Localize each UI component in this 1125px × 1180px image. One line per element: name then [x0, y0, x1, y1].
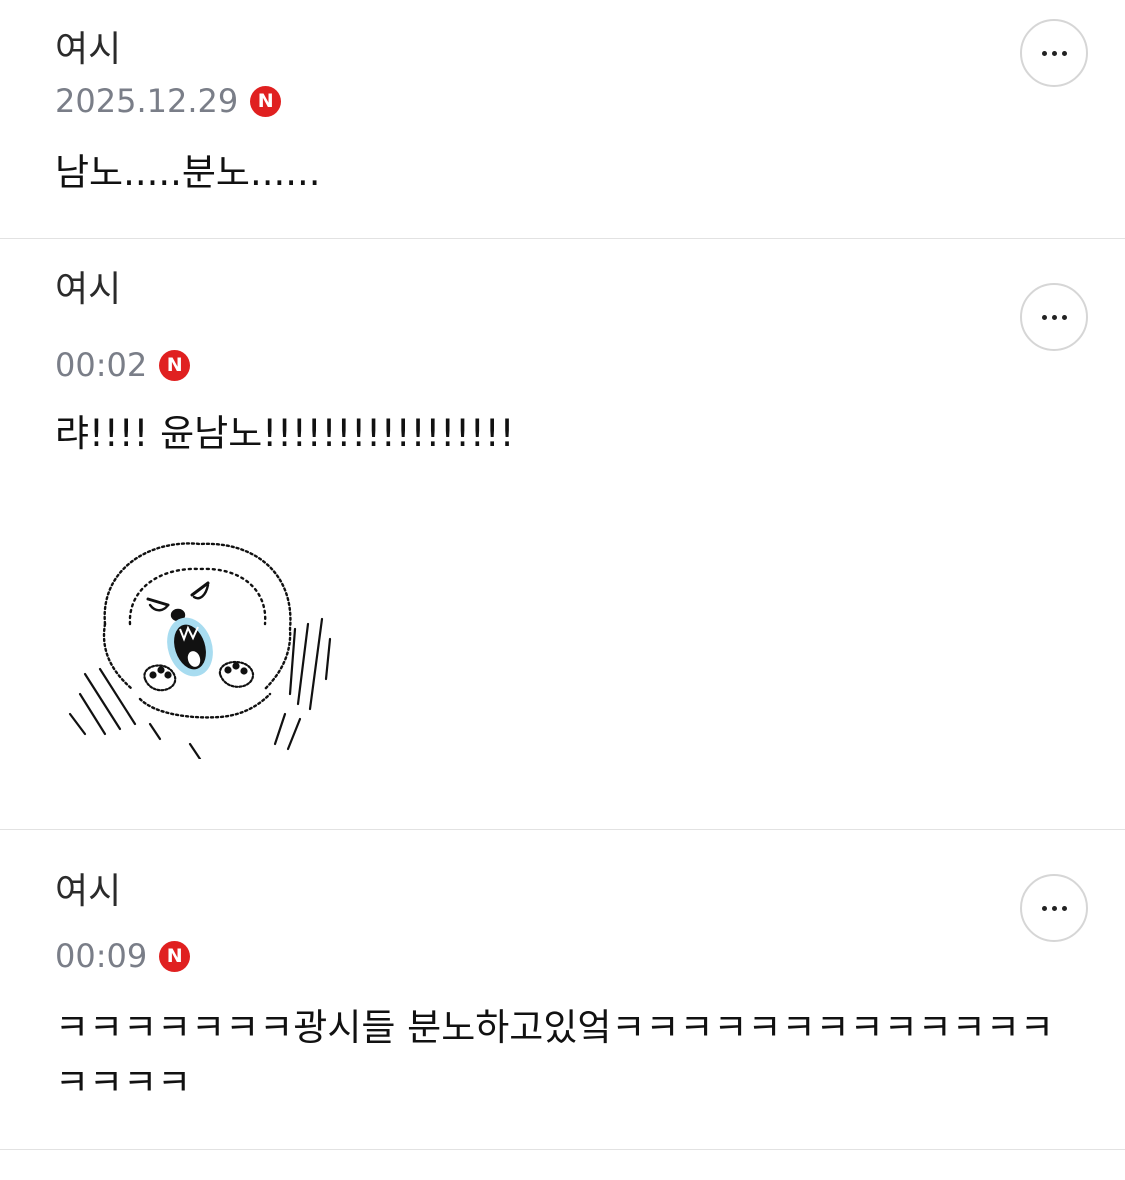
comment-author[interactable]: 여시 [55, 272, 121, 308]
comment-text: 랴!!!! 윤남노!!!!!!!!!!!!!!!!! [55, 412, 515, 455]
new-badge-icon: N [159, 349, 191, 381]
comment-item: 여시 2025.12.29 N 남노.....분노...... [0, 0, 1125, 239]
more-options-button[interactable] [1020, 874, 1088, 942]
angry-fluffy-dog-sticker[interactable] [60, 529, 340, 759]
comment-author[interactable]: 여시 [55, 32, 121, 68]
more-options-button[interactable] [1020, 283, 1088, 351]
comment-text: ㅋㅋㅋㅋㅋㅋㅋ광시들 분노하고있엌ㅋㅋㅋㅋㅋㅋㅋㅋㅋㅋㅋㅋㅋㅋㅋㅋㅋ [55, 1006, 1054, 1104]
more-options-button[interactable] [1020, 19, 1088, 87]
comment-time: 00:09 [55, 937, 148, 975]
comment-list: 여시 2025.12.29 N 남노.....분노...... 여시 00:02… [0, 0, 1125, 1150]
comment-item: 여시 00:02 N 랴!!!! 윤남노!!!!!!!!!!!!!!!!! [0, 239, 1125, 830]
more-horizontal-icon [1041, 905, 1067, 911]
new-badge-icon: N [159, 940, 191, 972]
more-horizontal-icon [1041, 50, 1067, 56]
comment-time: 00:02 [55, 346, 148, 384]
comment-meta: 00:09 N [55, 937, 191, 975]
new-badge-icon: N [250, 85, 282, 117]
comment-meta: 2025.12.29 N [55, 82, 282, 120]
comment-text: 남노.....분노...... [55, 151, 321, 194]
comment-author[interactable]: 여시 [55, 874, 121, 910]
comment-item: 여시 00:09 N ㅋㅋㅋㅋㅋㅋㅋ광시들 분노하고있엌ㅋㅋㅋㅋㅋㅋㅋㅋㅋㅋㅋㅋ… [0, 830, 1125, 1150]
comment-time: 2025.12.29 [55, 82, 239, 120]
comment-meta: 00:02 N [55, 346, 191, 384]
more-horizontal-icon [1041, 314, 1067, 320]
